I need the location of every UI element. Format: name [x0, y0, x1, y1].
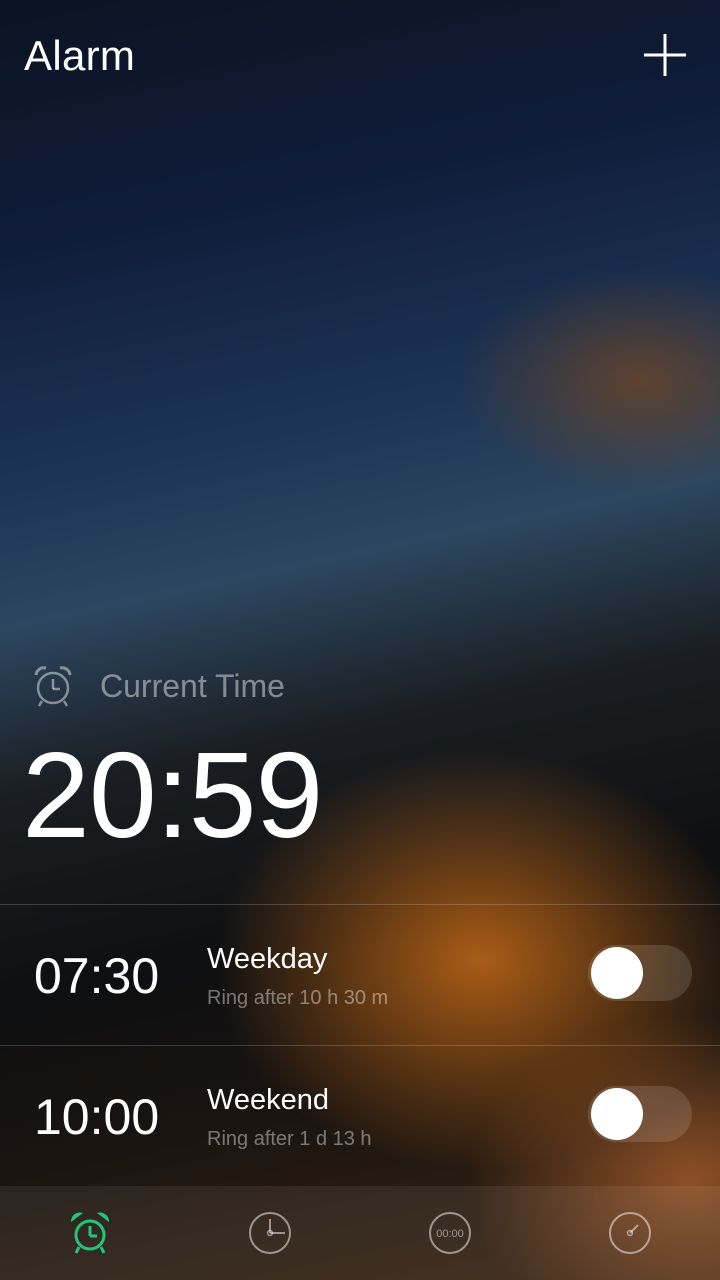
add-alarm-button[interactable] — [640, 30, 690, 80]
stopwatch-label: 00:00 — [436, 1228, 464, 1240]
alarm-countdown: Ring after 10 h 30 m — [207, 987, 389, 1009]
alarm-name: Weekend — [207, 1084, 329, 1116]
alarm-name: Weekday — [207, 943, 328, 975]
tab-world-clock[interactable] — [180, 1186, 360, 1280]
tab-stopwatch[interactable]: 00:00 — [360, 1186, 540, 1280]
current-time-value: 20:59 — [22, 727, 323, 863]
alarm-toggle[interactable] — [588, 945, 692, 1001]
alarm-row-weekend[interactable]: 10:00 Weekend Ring after 1 d 13 h — [0, 1046, 720, 1186]
alarm-time: 07:30 — [34, 948, 160, 1004]
current-time-header: Current Time — [30, 660, 285, 712]
timer-icon — [609, 1212, 651, 1254]
alarm-row-weekday[interactable]: 07:30 Weekday Ring after 10 h 30 m — [0, 905, 720, 1045]
stopwatch-icon: 00:00 — [429, 1212, 471, 1254]
current-time-label: Current Time — [100, 667, 285, 704]
clock-icon — [249, 1212, 291, 1254]
toggle-knob — [591, 1088, 643, 1140]
alarm-clock-icon — [70, 1212, 110, 1254]
bottom-navigation: 00:00 — [0, 1186, 720, 1280]
page-title: Alarm — [24, 32, 136, 79]
alarm-toggle[interactable] — [588, 1086, 692, 1142]
toggle-knob — [591, 947, 643, 999]
tab-timer[interactable] — [540, 1186, 720, 1280]
alarm-time: 10:00 — [34, 1089, 160, 1145]
top-bar: Alarm — [0, 0, 720, 112]
plus-icon — [644, 34, 686, 76]
alarm-clock-icon — [34, 666, 72, 707]
tab-alarm[interactable] — [0, 1186, 180, 1280]
alarm-countdown: Ring after 1 d 13 h — [207, 1128, 372, 1150]
